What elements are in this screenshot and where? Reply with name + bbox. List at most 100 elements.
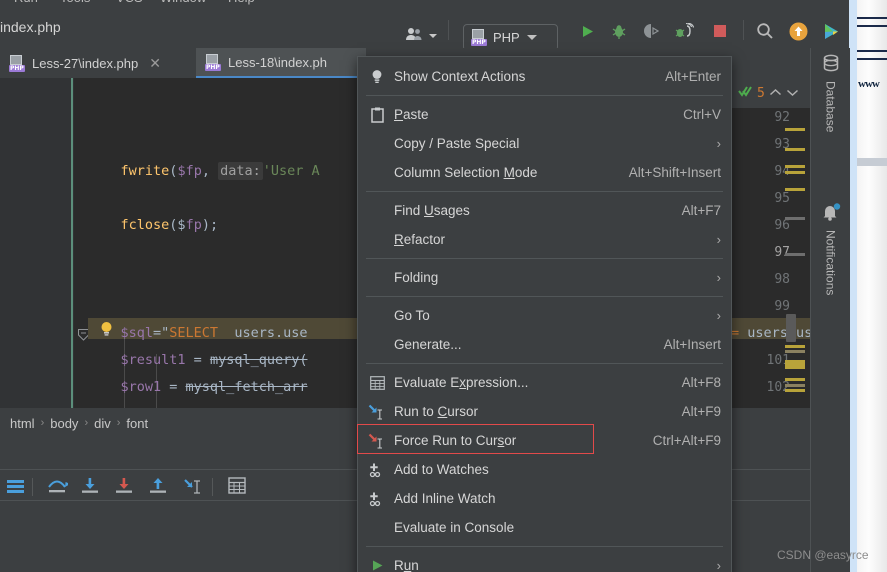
no-icon [366, 164, 388, 182]
step-out-button[interactable] [148, 477, 170, 497]
chevron-down-icon[interactable] [786, 86, 799, 100]
chevron-down-icon[interactable] [429, 34, 437, 38]
search-everywhere-button[interactable] [754, 20, 776, 42]
close-icon[interactable]: ✕ [149, 56, 161, 70]
ide-helper-button[interactable] [820, 20, 842, 42]
php-file-icon: PHP [471, 29, 488, 46]
run-with-coverage-button[interactable] [640, 20, 662, 42]
menu-item-force-run-to-cursor[interactable]: Force Run to Cursor Ctrl+Alt+F9 [358, 426, 731, 455]
background-window-edge [849, 0, 857, 572]
error-stripe-mark[interactable] [785, 350, 805, 353]
run-configuration-selector[interactable]: PHP PHP [463, 24, 558, 51]
no-icon [366, 231, 388, 249]
menu-item-label: Refactor [394, 232, 703, 247]
error-stripe-mark[interactable] [785, 389, 805, 392]
watermark: CSDN @easyrce [777, 548, 869, 562]
force-run-to-cursor-icon [366, 432, 388, 450]
evaluate-expression-button[interactable] [228, 477, 250, 497]
menu-item-shortcut: Alt+F8 [682, 375, 721, 390]
menu-item-label: Column Selection Mode [394, 165, 615, 180]
breadcrumb-separator: › [41, 417, 45, 429]
show-execution-point-button[interactable] [6, 477, 28, 497]
tab-less18-index[interactable]: PHP Less-18\index.ph [196, 48, 366, 78]
line-number: 95 [774, 191, 790, 206]
menu-item-shortcut: Alt+F9 [682, 404, 721, 419]
editor-context-menu[interactable]: Show Context Actions Alt+Enter Paste Ctr… [357, 56, 732, 572]
error-stripe-mark[interactable] [785, 165, 805, 168]
menu-item-paste[interactable]: Paste Ctrl+V [358, 100, 731, 129]
debug-button[interactable] [608, 20, 630, 42]
menu-item-evaluate-in-console[interactable]: Evaluate in Console [358, 513, 731, 542]
editor-gutter[interactable] [0, 78, 74, 408]
menu-item-add-inline-watch[interactable]: Add Inline Watch [358, 484, 731, 513]
code-token: fclose [121, 217, 170, 233]
menu-separator [366, 191, 723, 192]
error-stripe-mark[interactable] [785, 171, 805, 174]
scrollbar-thumb[interactable] [786, 314, 796, 342]
menu-item-tools[interactable]: Tools [60, 0, 90, 5]
menu-item-show-context-actions[interactable]: Show Context Actions Alt+Enter [358, 62, 731, 91]
menu-item-help[interactable]: Help [228, 0, 255, 5]
menu-item-label: Paste [394, 107, 669, 122]
sidebar-item-label: Database [824, 81, 838, 132]
menu-item-add-to-watches[interactable]: Add to Watches [358, 455, 731, 484]
breadcrumb-item-body[interactable]: body [50, 416, 78, 431]
error-stripe-mark[interactable] [785, 345, 805, 348]
attach-debugger-button[interactable] [672, 20, 696, 42]
run-to-cursor-button[interactable] [182, 477, 204, 497]
menu-item-go-to[interactable]: Go To › [358, 301, 731, 330]
error-stripe-mark[interactable] [785, 384, 805, 387]
inspection-count: 5 [757, 86, 765, 101]
line-number: 92 [774, 110, 790, 125]
step-over-button[interactable] [46, 477, 68, 497]
error-stripe-mark[interactable] [785, 148, 805, 151]
chevron-up-icon[interactable] [769, 86, 782, 100]
breadcrumb-item-div[interactable]: div [94, 416, 111, 431]
error-stripe-mark[interactable] [785, 128, 805, 131]
menu-item-refactor[interactable]: Refactor › [358, 225, 731, 254]
code-token: $result1 [121, 352, 186, 368]
menu-item-run[interactable]: Run › [358, 551, 731, 572]
error-stripe-mark[interactable] [785, 378, 805, 381]
step-into-button[interactable] [80, 477, 102, 497]
menu-item-generate[interactable]: Generate... Alt+Insert [358, 330, 731, 359]
code-token: $sql [121, 325, 154, 341]
breadcrumb-item-font[interactable]: font [126, 416, 148, 431]
update-project-button[interactable] [787, 20, 809, 42]
menu-separator [366, 258, 723, 259]
menu-item-evaluate-expression[interactable]: Evaluate Expression... Alt+F8 [358, 368, 731, 397]
line-number: 102 [767, 380, 790, 395]
stop-button[interactable] [709, 20, 731, 42]
menu-item-find-usages[interactable]: Find Usages Alt+F7 [358, 196, 731, 225]
calculator-icon [366, 374, 388, 392]
error-stripe-mark[interactable] [785, 253, 805, 256]
menu-item-window[interactable]: Window [160, 0, 206, 5]
no-icon [366, 269, 388, 287]
force-step-into-button[interactable] [114, 477, 136, 497]
menu-item-label: Copy / Paste Special [394, 136, 703, 151]
inspection-widget[interactable]: 5 [732, 78, 810, 108]
lightbulb-icon [366, 68, 388, 86]
tab-less27-index[interactable]: PHP Less-27\index.php ✕ [0, 48, 194, 78]
code-token: fwrite [121, 163, 170, 179]
error-stripe-mark[interactable] [785, 360, 805, 369]
tab-label: Less-18\index.ph [228, 55, 327, 70]
breadcrumb-item-html[interactable]: html [10, 416, 35, 431]
menu-item-column-selection-mode[interactable]: Column Selection Mode Alt+Shift+Insert [358, 158, 731, 187]
menu-item-run-to-cursor[interactable]: Run to Cursor Alt+F9 [358, 397, 731, 426]
menu-item-vcs[interactable]: VCS [116, 0, 143, 5]
menu-item-copy-paste-special[interactable]: Copy / Paste Special › [358, 129, 731, 158]
error-stripe-mark[interactable] [785, 217, 805, 220]
run-to-cursor-icon [366, 403, 388, 421]
menu-item-run[interactable]: Run [14, 0, 38, 5]
run-button[interactable] [576, 20, 598, 42]
background-window-text: www [858, 78, 879, 90]
sidebar-item-notifications[interactable]: Notifications [811, 203, 850, 295]
people-icon[interactable] [405, 27, 423, 41]
error-stripe-mark[interactable] [785, 188, 805, 191]
chevron-right-icon: › [717, 270, 721, 285]
sidebar-item-database[interactable]: Database [811, 54, 850, 132]
code-token: $row1 [121, 379, 162, 395]
menu-item-folding[interactable]: Folding › [358, 263, 731, 292]
menu-item-label: Run to Cursor [394, 404, 668, 419]
